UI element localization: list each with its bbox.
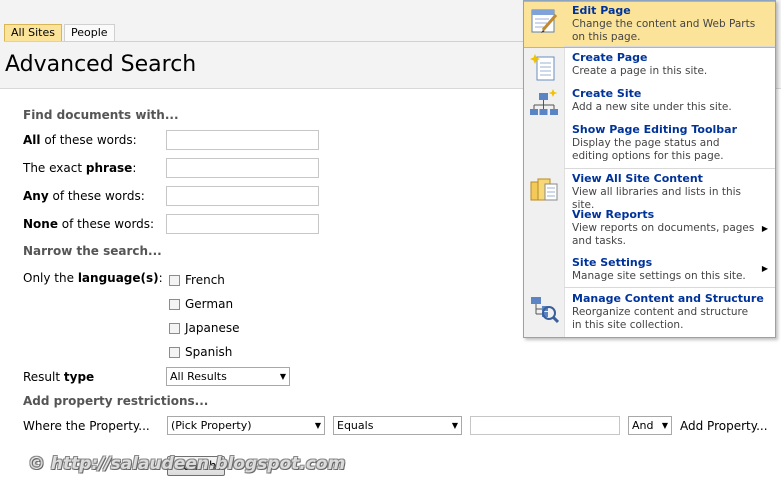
menu-item-title: Create Site <box>572 87 642 100</box>
menu-item-view-all-site-content[interactable]: View All Site Content View all libraries… <box>524 170 775 211</box>
language-option-german[interactable]: German <box>169 297 233 311</box>
all-words-input[interactable] <box>166 130 319 150</box>
manage-structure-icon <box>531 297 559 324</box>
menu-item-description: Manage site settings on this site. <box>572 270 746 282</box>
exact-phrase-input[interactable] <box>166 158 319 178</box>
menu-item-show-page-editing-toolbar[interactable]: Show Page Editing Toolbar Display the pa… <box>524 121 775 167</box>
create-page-icon <box>530 54 555 81</box>
find-documents-heading: Find documents with... <box>23 108 179 122</box>
menu-item-description: Change the content and Web Parts on this… <box>572 18 756 43</box>
any-words-label: Any of these words: <box>23 189 145 203</box>
menu-item-title: Create Page <box>572 51 648 64</box>
submenu-arrow-icon: ▶ <box>761 224 768 233</box>
language-option-french[interactable]: French <box>169 273 225 287</box>
menu-separator <box>564 287 775 288</box>
japanese-checkbox[interactable] <box>169 322 180 334</box>
all-words-label: All of these words: <box>23 133 137 147</box>
menu-separator <box>564 168 775 169</box>
create-site-icon <box>530 89 558 115</box>
chevron-down-icon: ▼ <box>314 421 321 430</box>
edit-page-icon <box>531 9 558 33</box>
menu-item-manage-content-structure[interactable]: Manage Content and Structure Reorganize … <box>524 290 775 336</box>
menu-item-title: View All Site Content <box>572 172 703 185</box>
result-type-label: Result type <box>23 370 95 384</box>
scope-tab-people[interactable]: People <box>63 24 115 41</box>
site-content-icon <box>530 178 558 201</box>
menu-item-title: View Reports <box>572 208 655 221</box>
language-label: Only the language(s): <box>23 271 163 285</box>
page-title: Advanced Search <box>5 52 197 77</box>
menu-item-description: Reorganize content and structure in this… <box>572 306 749 331</box>
submenu-arrow-icon: ▶ <box>761 264 768 273</box>
menu-item-description: View reports on documents, pages and tas… <box>572 222 755 247</box>
language-option-spanish[interactable]: Spanish <box>169 345 232 359</box>
scope-tabs: All Sites People <box>4 24 117 41</box>
menu-item-description: Add a new site under this site. <box>572 101 732 113</box>
property-restrictions-heading: Add property restrictions... <box>23 394 209 408</box>
where-property-label: Where the Property... <box>23 419 150 433</box>
exact-phrase-label: The exact phrase: <box>23 161 137 175</box>
add-property-link[interactable]: Add Property... <box>680 419 768 433</box>
french-checkbox[interactable] <box>169 274 180 286</box>
menu-item-create-page[interactable]: Create Page Create a page in this site. <box>524 49 775 85</box>
menu-item-description: Create a page in this site. <box>572 65 708 77</box>
any-words-input[interactable] <box>166 186 319 206</box>
site-actions-menu: Edit Page Change the content and Web Par… <box>523 0 776 338</box>
menu-item-title: Edit Page <box>572 4 631 17</box>
none-words-input[interactable] <box>166 214 319 234</box>
german-checkbox[interactable] <box>169 298 180 310</box>
chevron-down-icon: ▼ <box>451 421 458 430</box>
chevron-down-icon: ▼ <box>279 372 286 381</box>
menu-item-title: Site Settings <box>572 256 653 269</box>
menu-item-description: Display the page status and editing opti… <box>572 137 724 162</box>
result-type-select[interactable]: All Results ▼ <box>166 367 290 386</box>
menu-item-title: Show Page Editing Toolbar <box>572 123 738 136</box>
property-value-input[interactable] <box>470 416 620 435</box>
menu-item-edit-page[interactable]: Edit Page Change the content and Web Par… <box>524 1 775 48</box>
chevron-down-icon: ▼ <box>661 421 668 430</box>
narrow-search-heading: Narrow the search... <box>23 244 162 258</box>
scope-tabs-divider <box>4 41 524 42</box>
language-option-japanese[interactable]: Japanese <box>169 321 240 335</box>
menu-separator <box>564 46 775 47</box>
menu-item-title: Manage Content and Structure <box>572 292 764 305</box>
menu-item-site-settings[interactable]: Site Settings Manage site settings on th… <box>524 254 775 286</box>
menu-item-create-site[interactable]: Create Site Add a new site under this si… <box>524 85 775 121</box>
spanish-checkbox[interactable] <box>169 346 180 358</box>
menu-item-view-reports[interactable]: View Reports View reports on documents, … <box>524 206 775 252</box>
none-words-label: None of these words: <box>23 217 155 231</box>
operator-select[interactable]: Equals ▼ <box>333 416 462 435</box>
search-button[interactable]: Search <box>167 456 225 476</box>
conjunction-select[interactable]: And ▼ <box>628 416 672 435</box>
scope-tab-all-sites[interactable]: All Sites <box>4 24 62 41</box>
property-select[interactable]: (Pick Property) ▼ <box>167 416 325 435</box>
